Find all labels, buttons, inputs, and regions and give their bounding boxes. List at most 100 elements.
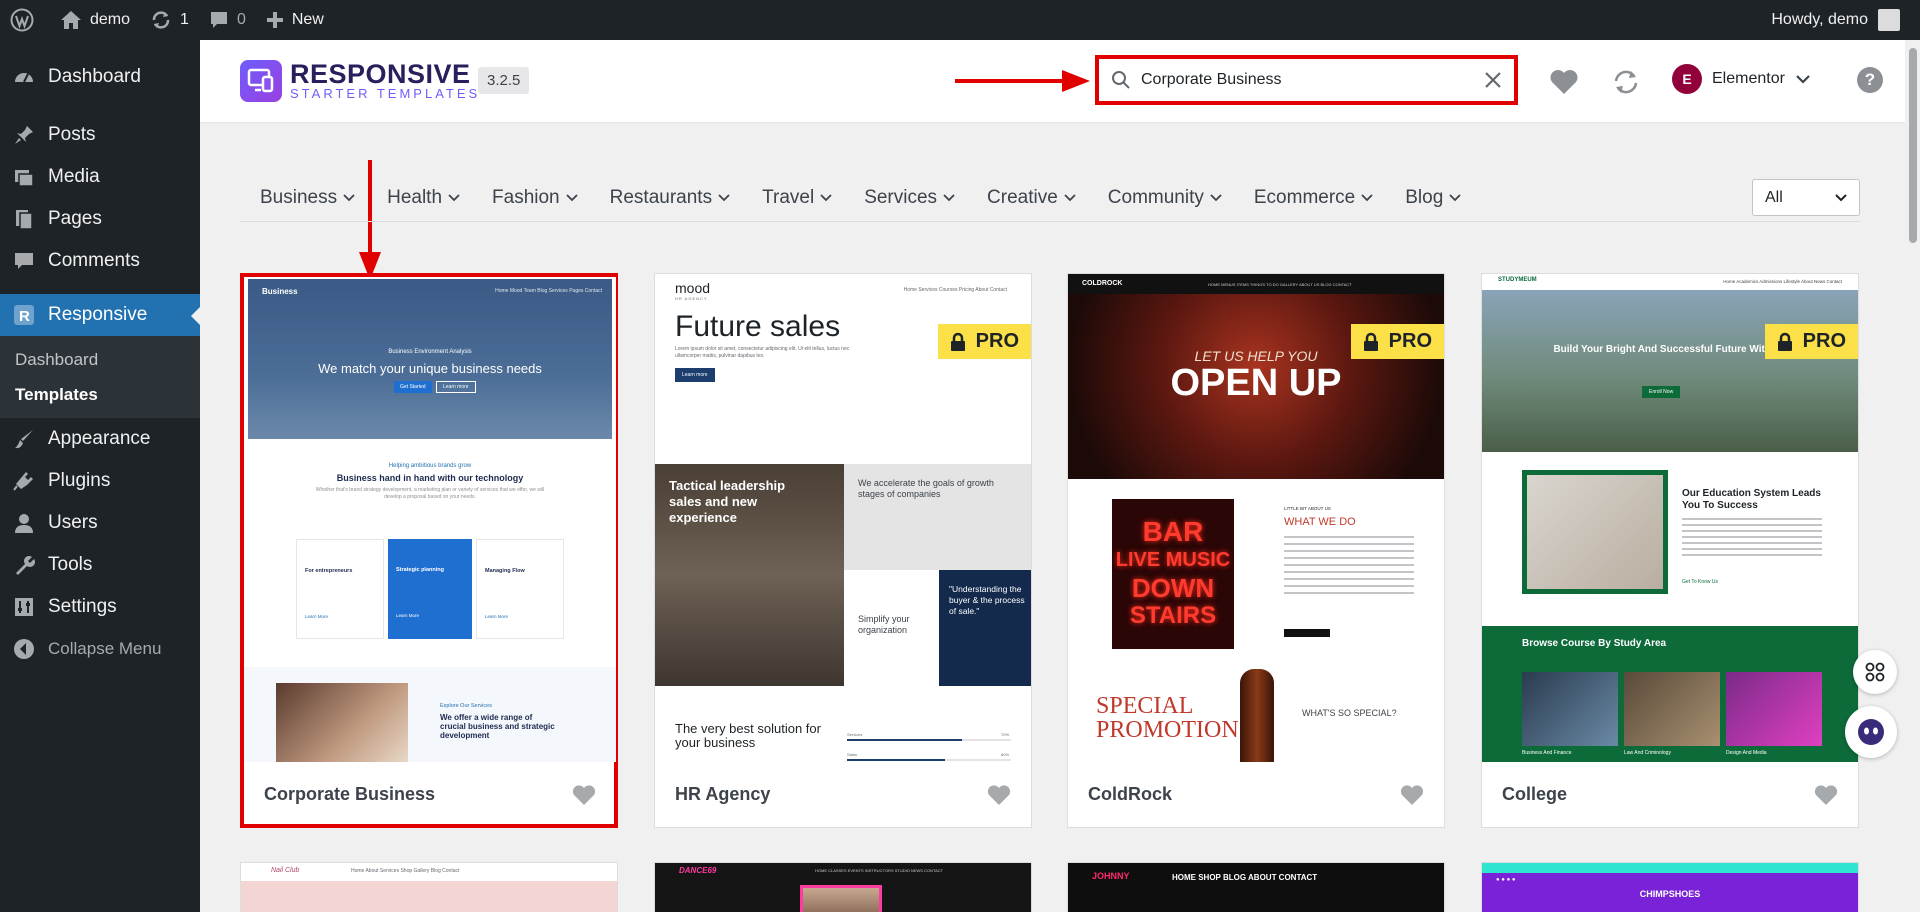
logo-mark-icon: [240, 60, 282, 102]
template-title[interactable]: College: [1502, 784, 1567, 805]
sidebar-item-users[interactable]: Users: [0, 502, 200, 544]
template-card-partial[interactable]: JOHNNY HOME SHOP BLOG ABOUT CONTACT: [1067, 862, 1445, 912]
home-icon: [61, 11, 81, 29]
category-blog[interactable]: Blog: [1405, 187, 1461, 209]
template-card-coldrock[interactable]: COLDROCK HOME MENUS ITEMS THINGS TO DO G…: [1067, 273, 1445, 828]
category-ecommerce[interactable]: Ecommerce: [1254, 187, 1373, 209]
page-builder-selector[interactable]: E Elementor: [1672, 64, 1811, 94]
favorites-heart-icon[interactable]: [1549, 67, 1579, 97]
assistant-float-button[interactable]: [1845, 706, 1897, 758]
thumb-hero-title: OPEN UP: [1170, 362, 1342, 404]
submenu-item-dashboard[interactable]: Dashboard: [0, 342, 200, 377]
category-services[interactable]: Services: [864, 187, 955, 209]
pro-label: PRO: [1388, 330, 1432, 352]
new-content-link[interactable]: New: [256, 0, 334, 40]
template-card-hr-agency[interactable]: mood HR AGENCY Home Services Courses Pri…: [654, 273, 1032, 828]
thumb-nav: Home About Services Shop Gallery Blog Co…: [351, 868, 460, 874]
neon-text: STAIRS: [1129, 602, 1217, 629]
thumb-explore-section: Explore Our Services We offer a wide ran…: [244, 667, 616, 762]
template-card-corporate-business[interactable]: Business Home Mood Team Blog Services Pa…: [240, 273, 618, 828]
sidebar-item-pages[interactable]: Pages: [0, 198, 200, 240]
svg-text:R: R: [19, 308, 30, 325]
site-name-link[interactable]: demo: [50, 0, 140, 40]
sidebar-item-media[interactable]: Media: [0, 156, 200, 198]
search-input[interactable]: [1141, 71, 1471, 89]
template-thumbnail[interactable]: Business Home Mood Team Blog Services Pa…: [244, 277, 616, 762]
builder-label: Elementor: [1712, 70, 1785, 87]
heart-icon[interactable]: [987, 784, 1011, 806]
wordpress-logo[interactable]: [0, 0, 44, 40]
thumb-btn: [1284, 629, 1330, 637]
sidebar-item-posts[interactable]: Posts: [0, 114, 200, 156]
logo-subtitle: STARTER TEMPLATES: [290, 86, 481, 101]
thumb-course-label: Law And Criminology: [1624, 750, 1671, 756]
main-content: RESPONSIVE STARTER TEMPLATES 3.2.5 E Ele…: [200, 40, 1905, 912]
version-badge: 3.2.5: [478, 67, 530, 94]
close-icon[interactable]: [1482, 69, 1504, 91]
category-community[interactable]: Community: [1108, 187, 1222, 209]
template-title[interactable]: ColdRock: [1088, 784, 1172, 805]
my-account[interactable]: Howdy, demo: [1771, 0, 1900, 40]
category-health[interactable]: Health: [387, 187, 460, 209]
comments-count: 0: [236, 11, 246, 28]
thumb-edu-link: Get To Know Us: [1682, 579, 1719, 585]
category-travel[interactable]: Travel: [762, 187, 832, 209]
thumb-course-image: [1726, 672, 1822, 746]
thumb-brand: STUDYMEUM: [1498, 277, 1537, 283]
sidebar-item-tools[interactable]: Tools: [0, 544, 200, 586]
collapse-menu-button[interactable]: Collapse Menu: [0, 628, 200, 670]
sidebar-item-plugins[interactable]: Plugins: [0, 460, 200, 502]
thumb-nav: Home Academics Admissions Lifestyle Abou…: [1723, 279, 1842, 284]
template-title[interactable]: HR Agency: [675, 784, 770, 805]
comments-link[interactable]: 0: [199, 0, 256, 40]
thumb-hero-title: We match your unique business needs: [318, 361, 542, 376]
thumb-bottle-image: [1240, 669, 1274, 762]
template-card-partial[interactable]: CHIMPSHOES ● ● ● ●: [1481, 862, 1859, 912]
sidebar-item-appearance[interactable]: Appearance: [0, 418, 200, 460]
thumb-text-lines: [1682, 518, 1822, 558]
chevron-down-icon: [1796, 75, 1810, 84]
heart-icon[interactable]: [572, 784, 596, 806]
sidebar-item-dashboard[interactable]: Dashboard: [0, 56, 200, 98]
template-title[interactable]: Corporate Business: [264, 784, 435, 805]
annotation-arrow-head-icon: [1062, 70, 1090, 92]
template-card-college[interactable]: STUDYMEUM Home Academics Admissions Life…: [1481, 273, 1859, 828]
category-fashion[interactable]: Fashion: [492, 187, 578, 209]
chevron-down-icon: [566, 193, 578, 201]
sidebar-item-label: Dashboard: [48, 66, 141, 87]
category-business[interactable]: Business: [260, 187, 355, 209]
page-scrollbar[interactable]: [1905, 40, 1920, 912]
chevron-down-icon: [718, 193, 730, 201]
lock-icon: [950, 332, 965, 351]
pro-label: PRO: [975, 330, 1019, 352]
thumb-block: Simplify your organization: [844, 570, 939, 686]
sidebar-item-responsive[interactable]: R Responsive: [0, 294, 200, 336]
neon-text: DOWN: [1131, 573, 1215, 603]
updates-link[interactable]: 1: [140, 0, 199, 40]
submenu-item-templates[interactable]: Templates: [0, 377, 200, 412]
template-card-partial[interactable]: Nail Club Home About Services Shop Galle…: [240, 862, 618, 912]
category-restaurants[interactable]: Restaurants: [610, 187, 730, 209]
sidebar-item-settings[interactable]: Settings: [0, 586, 200, 628]
thumb-hero-small: Business Environment Analysis: [388, 349, 472, 355]
sidebar-item-comments[interactable]: Comments: [0, 240, 200, 282]
thumb-social-icons: ● ● ● ●: [1496, 877, 1516, 883]
wrench-icon: [12, 553, 36, 577]
category-label: Services: [864, 186, 938, 208]
sidebar-item-label: Appearance: [48, 428, 151, 449]
thumb-brand: JOHNNY: [1092, 871, 1130, 881]
help-icon[interactable]: ?: [1857, 67, 1883, 93]
type-filter-select[interactable]: All: [1752, 179, 1860, 216]
thumb-explore-small: Explore Our Services: [440, 703, 492, 709]
sync-icon[interactable]: [1611, 67, 1641, 97]
category-creative[interactable]: Creative: [987, 187, 1076, 209]
apps-float-button[interactable]: [1853, 650, 1897, 694]
thumb-hero-desc: Lorem ipsum dolor sit amet, consectetur …: [675, 346, 850, 359]
heart-icon[interactable]: [1400, 784, 1424, 806]
template-card-partial[interactable]: DANCE69 HOME CLASSES EVENTS INSTRUCTORS …: [654, 862, 1032, 912]
thumb-progress-bar: [847, 739, 1011, 741]
category-label: Creative: [987, 186, 1058, 208]
scrollbar-thumb[interactable]: [1909, 48, 1917, 243]
admin-sidebar: Dashboard Posts Media Pages Comments R R…: [0, 40, 200, 912]
heart-icon[interactable]: [1814, 784, 1838, 806]
